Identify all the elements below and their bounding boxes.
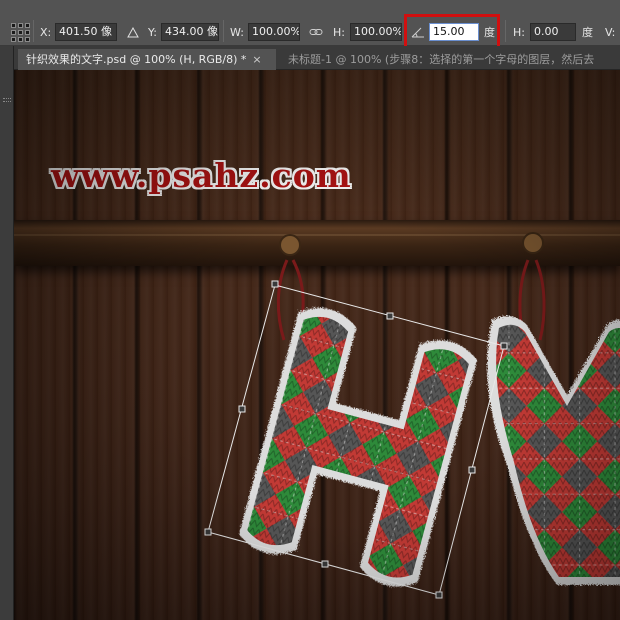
watermark-text: www.psahz.com xyxy=(51,156,352,195)
wooden-peg xyxy=(522,232,544,254)
tab-label: 针织效果的文字.psd @ 100% (H, RGB/8) * xyxy=(26,53,247,66)
options-separator xyxy=(505,20,506,42)
document-tab-bar: 针织效果的文字.psd @ 100% (H, RGB/8) * × 未标题-1 @… xyxy=(0,46,620,70)
skew-h-label: H: xyxy=(513,25,525,39)
tools-panel-edge[interactable] xyxy=(0,46,14,620)
close-icon[interactable]: × xyxy=(252,53,261,66)
skew-h-unit-label: 度 xyxy=(582,26,593,39)
transform-options-bar: X: 401.50 像 Y: 434.00 像 W: 100.00% H: 10… xyxy=(0,0,620,52)
y-label: Y: xyxy=(148,25,157,39)
panel-grip-icon[interactable] xyxy=(3,98,11,102)
chain-link-icon[interactable] xyxy=(309,27,323,37)
options-separator xyxy=(33,20,34,42)
tab-knit-text-document[interactable]: 针织效果的文字.psd @ 100% (H, RGB/8) * × xyxy=(18,49,276,70)
wooden-peg xyxy=(279,234,301,256)
skew-v-label: V: xyxy=(605,25,616,39)
reference-point-grid-icon[interactable] xyxy=(10,22,30,42)
delta-triangle-icon[interactable] xyxy=(127,26,139,38)
hanging-loop xyxy=(534,259,546,341)
tab-untitled-document[interactable]: 未标题-1 @ 100% (步骤8：选择的第一个字母的图层，然后去 xyxy=(280,49,620,70)
width-percent-input[interactable]: 100.00% xyxy=(248,23,300,41)
x-position-input[interactable]: 401.50 像 xyxy=(55,23,117,41)
tab-label: 未标题-1 @ 100% (步骤8：选择的第一个字母的图层，然后去 xyxy=(288,53,595,66)
skew-horizontal-input[interactable]: 0.00 xyxy=(530,23,576,41)
hanging-loop xyxy=(276,259,289,341)
height-percent-input[interactable]: 100.00% xyxy=(350,23,402,41)
options-separator xyxy=(223,20,224,42)
knitted-letter-y-partial xyxy=(487,316,620,585)
y-position-input[interactable]: 434.00 像 xyxy=(161,23,219,41)
canvas-artwork xyxy=(204,232,620,599)
document-canvas[interactable]: www.psahz.com xyxy=(14,70,620,620)
w-label: W: xyxy=(230,25,244,39)
h-label: H: xyxy=(333,25,345,39)
x-label: X: xyxy=(40,25,52,39)
